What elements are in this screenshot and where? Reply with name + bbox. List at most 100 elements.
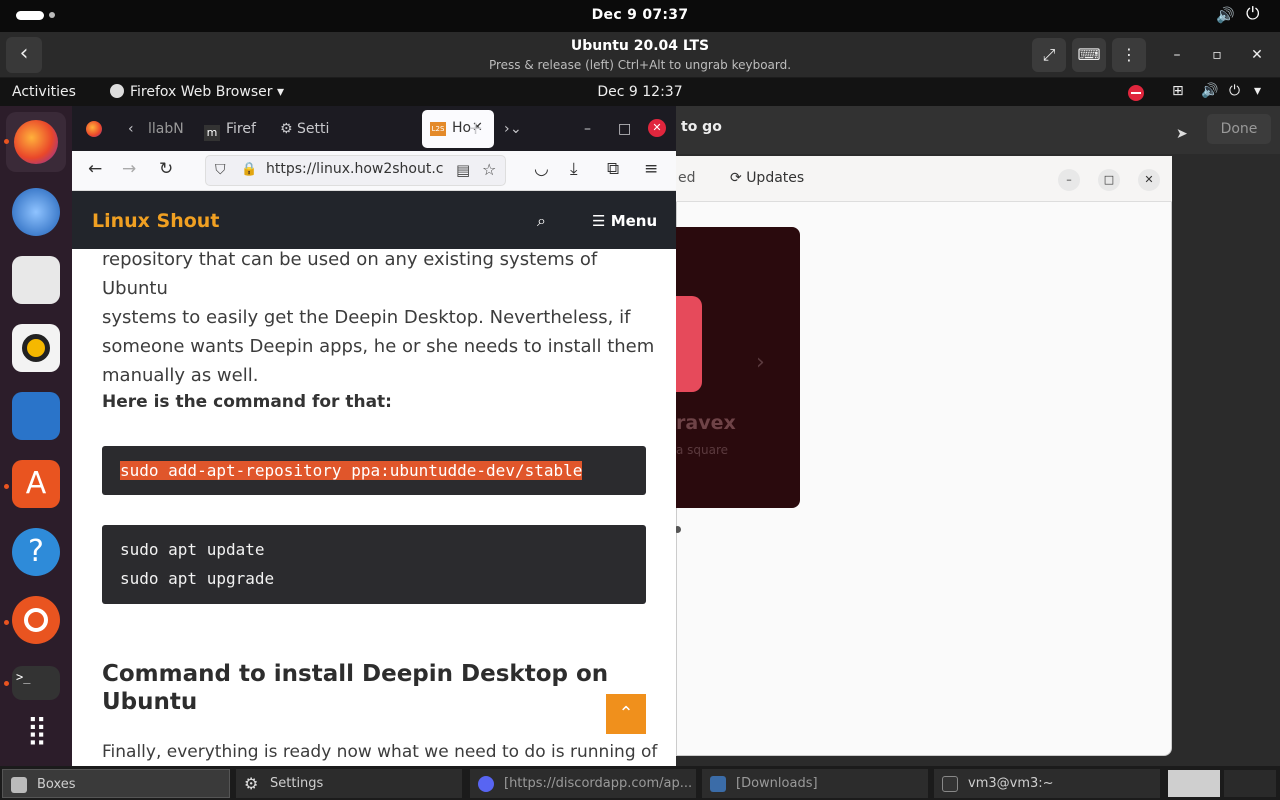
folder-icon [710, 776, 726, 792]
firefox-maximize-button[interactable]: □ [618, 112, 634, 146]
tab-1[interactable]: llabN [148, 112, 184, 146]
task-discord[interactable]: [https://discordapp.com/ap... [470, 769, 696, 798]
selected-command[interactable]: sudo add-apt-repository ppa:ubuntudde-de… [120, 461, 583, 480]
extensions-icon[interactable]: ⧉ [607, 159, 619, 179]
firefox-tabbar: ‹ llabN m Firef ⚙ Setti L2S Ho ✕ › + ⌄ – … [72, 106, 676, 151]
task-boxes[interactable]: Boxes [2, 769, 230, 798]
pocket-icon[interactable]: ◡ [534, 159, 549, 179]
writer-icon[interactable] [12, 392, 60, 440]
task-terminal[interactable]: vm3@vm3:~ [934, 769, 1160, 798]
background-topbar [676, 106, 1280, 154]
chevron-right-icon[interactable]: › [756, 350, 765, 375]
tab-installed[interactable]: ed [678, 170, 696, 186]
search-icon[interactable]: ⌕ [537, 211, 546, 231]
para-line: someone wants Deepin apps, he or she nee… [102, 336, 655, 357]
software-icon[interactable]: A [12, 460, 60, 508]
task-settings[interactable]: ⚙ Settings [236, 769, 462, 798]
shield-icon[interactable]: ⛉ [215, 162, 226, 178]
network-icon[interactable]: ⊞ [1172, 83, 1184, 99]
show-apps-icon[interactable]: ⣿ [12, 708, 60, 756]
code-line: sudo apt upgrade [120, 569, 275, 588]
how2shout-favicon: L2S [430, 122, 446, 136]
back-icon[interactable]: ← [88, 159, 102, 179]
rhythmbox-icon[interactable] [12, 324, 60, 372]
paragraph-1: repository that can be used on any exist… [102, 245, 662, 390]
task-label: [https://discordapp.com/ap... [504, 776, 693, 791]
fullscreen-button[interactable]: ⤢ [1032, 38, 1066, 72]
task-label: Boxes [37, 777, 76, 792]
code-line: sudo apt update [120, 540, 265, 559]
boxes-icon [11, 777, 27, 793]
code-block-1[interactable]: sudo add-apt-repository ppa:ubuntudde-de… [102, 446, 646, 495]
minimize-button[interactable]: – [1160, 38, 1194, 72]
volume-icon[interactable]: 🔊 [1201, 83, 1218, 99]
running-indicator [4, 681, 9, 686]
host-clock[interactable]: Dec 9 07:37 [0, 7, 1280, 23]
software-maximize-button[interactable]: □ [1098, 169, 1120, 191]
files-icon[interactable] [12, 256, 60, 304]
host-top-bar: Dec 9 07:37 🔊 ⏻ [0, 0, 1280, 32]
section-heading: Command to install Deepin Desktop on Ubu… [102, 660, 662, 716]
firefox-close-button[interactable]: ✕ [648, 119, 666, 137]
chevron-down-icon[interactable]: ▾ [1254, 83, 1261, 99]
volume-icon[interactable]: 🔊 [1216, 6, 1235, 24]
dock: A ? >_ ⣿ [0, 106, 72, 766]
host-taskbar: Boxes ⚙ Settings [https://discordapp.com/… [0, 766, 1280, 800]
url-text[interactable]: https://linux.how2shout.c [266, 161, 446, 177]
running-indicator [4, 620, 9, 625]
para-line: manually as well. [102, 365, 259, 386]
featured-app-summary: a square [676, 443, 729, 457]
menu-button[interactable]: ☰ Menu [592, 212, 657, 230]
terminal-icon[interactable]: >_ [12, 666, 60, 700]
workspace-1[interactable] [1168, 770, 1220, 797]
task-downloads[interactable]: [Downloads] [702, 769, 928, 798]
heading-line: Ubuntu [102, 689, 198, 715]
tab-3[interactable]: ⚙ Setti [280, 112, 340, 146]
tab-2[interactable]: m Firef [204, 112, 264, 146]
list-tabs-icon[interactable]: ⌄ [510, 112, 526, 146]
maximize-button[interactable]: ▫ [1200, 38, 1234, 72]
software-close-button[interactable]: ✕ [1138, 169, 1160, 191]
pinned-tab-firefox[interactable] [84, 112, 108, 146]
help-icon[interactable]: ? [12, 528, 60, 576]
downloads-icon[interactable]: ⤓ [570, 159, 578, 179]
guest-clock[interactable]: Dec 9 12:37 [0, 84, 1280, 100]
heading-line: Command to install Deepin Desktop on [102, 661, 609, 687]
menu-label: Menu [610, 212, 658, 230]
terminal-icon [942, 776, 958, 792]
reload-icon[interactable]: ↻ [159, 159, 173, 179]
bookmark-star-icon[interactable]: ☆ [482, 160, 496, 179]
featured-app-icon [676, 296, 702, 392]
software-minimize-button[interactable]: – [1058, 169, 1080, 191]
done-button[interactable]: Done [1207, 114, 1271, 144]
code-block-2[interactable]: sudo apt update sudo apt upgrade [102, 525, 646, 604]
workspace-2[interactable] [1224, 770, 1276, 797]
tab-updates[interactable]: ⟳ Updates [730, 170, 804, 186]
new-tab-icon[interactable]: + [468, 112, 484, 146]
thunderbird-icon[interactable] [12, 188, 60, 236]
power-icon[interactable]: ⏻ [1229, 83, 1240, 99]
menu-button[interactable]: ⋮ [1112, 38, 1146, 72]
lock-icon[interactable]: 🔒 [241, 162, 257, 177]
para-line: repository that can be used on any exist… [102, 249, 598, 299]
scroll-to-top-button[interactable]: ⌃ [606, 694, 646, 734]
forward-icon[interactable]: → [122, 159, 136, 179]
do-not-disturb-icon[interactable] [1128, 85, 1144, 101]
ubuntu-icon[interactable] [12, 596, 60, 644]
keyboard-button[interactable]: ⌨ [1072, 38, 1106, 72]
running-indicator [4, 484, 9, 489]
reader-view-icon[interactable]: ▤ [456, 161, 470, 179]
speaker-shape [22, 334, 50, 362]
dock-firefox[interactable] [6, 112, 66, 172]
power-icon[interactable]: ⏻ [1246, 4, 1259, 24]
hamburger-menu-icon[interactable]: ≡ [644, 159, 658, 179]
refresh-icon: ⟳ [730, 170, 742, 186]
firefox-minimize-button[interactable]: – [584, 112, 600, 146]
firefox-icon [86, 121, 102, 137]
para-line: systems to easily get the Deepin Desktop… [102, 307, 631, 328]
task-label: [Downloads] [736, 776, 818, 791]
site-title[interactable]: Linux Shout [92, 210, 219, 232]
tab-scroll-left-icon[interactable]: ‹ [128, 112, 142, 146]
close-button[interactable]: ✕ [1240, 38, 1274, 72]
guest-top-panel: Activities Firefox Web Browser ▾ Dec 9 1… [0, 78, 1280, 106]
